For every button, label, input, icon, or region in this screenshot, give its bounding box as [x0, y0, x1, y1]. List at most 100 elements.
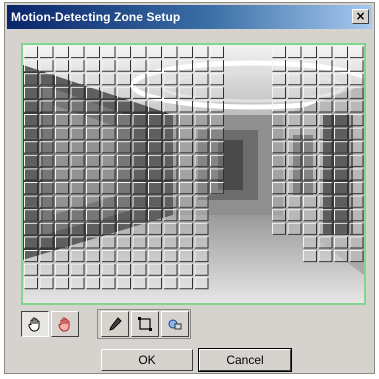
close-button[interactable]: ×	[352, 9, 369, 24]
zone-cell[interactable]	[272, 182, 286, 195]
zone-cell[interactable]	[55, 141, 69, 154]
zone-cell[interactable]	[179, 154, 193, 167]
zone-cell[interactable]	[86, 114, 100, 127]
zone-cell[interactable]	[349, 209, 364, 222]
zone-cell[interactable]	[101, 182, 116, 195]
zone-cell[interactable]	[210, 182, 224, 195]
zone-cell[interactable]	[55, 100, 69, 113]
zone-cell[interactable]	[70, 100, 85, 113]
zone-cell[interactable]	[318, 222, 333, 235]
zone-cell[interactable]	[163, 277, 178, 290]
zone-cell[interactable]	[39, 46, 54, 59]
zone-cell[interactable]	[163, 73, 178, 86]
zone-cell[interactable]	[39, 154, 54, 167]
zone-cell[interactable]	[194, 263, 209, 276]
zone-cell[interactable]	[349, 222, 364, 235]
zone-cell[interactable]	[24, 100, 38, 113]
zone-cell[interactable]	[101, 46, 116, 59]
zone-cell[interactable]	[117, 59, 131, 72]
zone-cell[interactable]	[117, 222, 131, 235]
zone-cell[interactable]	[70, 73, 85, 86]
zone-cell[interactable]	[70, 277, 85, 290]
zone-cell[interactable]	[349, 168, 364, 181]
zone-cell[interactable]	[303, 154, 317, 167]
zone-cell[interactable]	[117, 195, 131, 208]
zone-cell[interactable]	[163, 127, 178, 140]
zone-cell[interactable]	[194, 182, 209, 195]
zone-cell[interactable]	[55, 59, 69, 72]
zone-cell[interactable]	[70, 86, 85, 99]
zone-cell[interactable]	[349, 86, 364, 99]
zone-cell[interactable]	[101, 73, 116, 86]
zone-cell[interactable]	[163, 168, 178, 181]
zone-cell[interactable]	[148, 127, 162, 140]
zone-cell[interactable]	[70, 59, 85, 72]
zone-cell[interactable]	[70, 250, 85, 263]
zone-cell[interactable]	[210, 141, 224, 154]
zone-cell[interactable]	[287, 182, 302, 195]
zone-cell[interactable]	[39, 222, 54, 235]
zone-cell[interactable]	[303, 59, 317, 72]
zone-cell[interactable]	[179, 195, 193, 208]
zone-cell[interactable]	[163, 100, 178, 113]
zone-cell[interactable]	[179, 168, 193, 181]
zone-cell[interactable]	[24, 182, 38, 195]
zone-cell[interactable]	[132, 127, 147, 140]
zone-cell[interactable]	[148, 141, 162, 154]
zone-cell[interactable]	[334, 209, 348, 222]
zone-cell[interactable]	[272, 86, 286, 99]
zone-cell[interactable]	[24, 277, 38, 290]
zone-cell[interactable]	[334, 59, 348, 72]
zone-cell[interactable]	[163, 141, 178, 154]
zone-cell[interactable]	[303, 209, 317, 222]
zone-cell[interactable]	[55, 195, 69, 208]
zone-cell[interactable]	[101, 209, 116, 222]
zone-cell[interactable]	[117, 114, 131, 127]
zone-cell[interactable]	[70, 209, 85, 222]
zone-cell[interactable]	[55, 86, 69, 99]
zone-cell[interactable]	[86, 73, 100, 86]
zone-cell[interactable]	[334, 168, 348, 181]
zone-cell[interactable]	[39, 114, 54, 127]
zone-cell[interactable]	[272, 100, 286, 113]
zone-cell[interactable]	[101, 168, 116, 181]
zone-cell[interactable]	[86, 222, 100, 235]
zone-cell[interactable]	[117, 141, 131, 154]
camera-preview[interactable]	[21, 43, 366, 305]
zone-cell[interactable]	[55, 222, 69, 235]
zone-cell[interactable]	[148, 250, 162, 263]
zone-cell[interactable]	[318, 100, 333, 113]
zone-cell[interactable]	[349, 46, 364, 59]
zone-cell[interactable]	[70, 127, 85, 140]
zone-cell[interactable]	[318, 195, 333, 208]
zone-cell[interactable]	[318, 46, 333, 59]
zone-cell[interactable]	[210, 73, 224, 86]
zone-cell[interactable]	[194, 127, 209, 140]
zone-cell[interactable]	[101, 127, 116, 140]
zone-cell[interactable]	[117, 127, 131, 140]
zone-cell[interactable]	[303, 127, 317, 140]
zone-cell[interactable]	[86, 59, 100, 72]
zone-cell[interactable]	[318, 114, 333, 127]
zone-cell[interactable]	[272, 209, 286, 222]
zone-cell[interactable]	[334, 195, 348, 208]
zone-cell[interactable]	[117, 100, 131, 113]
zone-cell[interactable]	[55, 182, 69, 195]
zone-cell[interactable]	[287, 86, 302, 99]
hand-erase-tool[interactable]	[51, 311, 79, 337]
zone-cell[interactable]	[24, 250, 38, 263]
zone-cell[interactable]	[24, 168, 38, 181]
zone-cell[interactable]	[179, 209, 193, 222]
zone-cell[interactable]	[272, 73, 286, 86]
zone-cell[interactable]	[39, 127, 54, 140]
zone-cell[interactable]	[70, 182, 85, 195]
zone-cell[interactable]	[55, 127, 69, 140]
zone-cell[interactable]	[318, 154, 333, 167]
zone-cell[interactable]	[148, 73, 162, 86]
zone-cell[interactable]	[24, 263, 38, 276]
zone-cell[interactable]	[287, 209, 302, 222]
zone-cell[interactable]	[349, 100, 364, 113]
pencil-tool[interactable]	[101, 311, 129, 337]
zone-cell[interactable]	[70, 222, 85, 235]
zone-cell[interactable]	[272, 168, 286, 181]
